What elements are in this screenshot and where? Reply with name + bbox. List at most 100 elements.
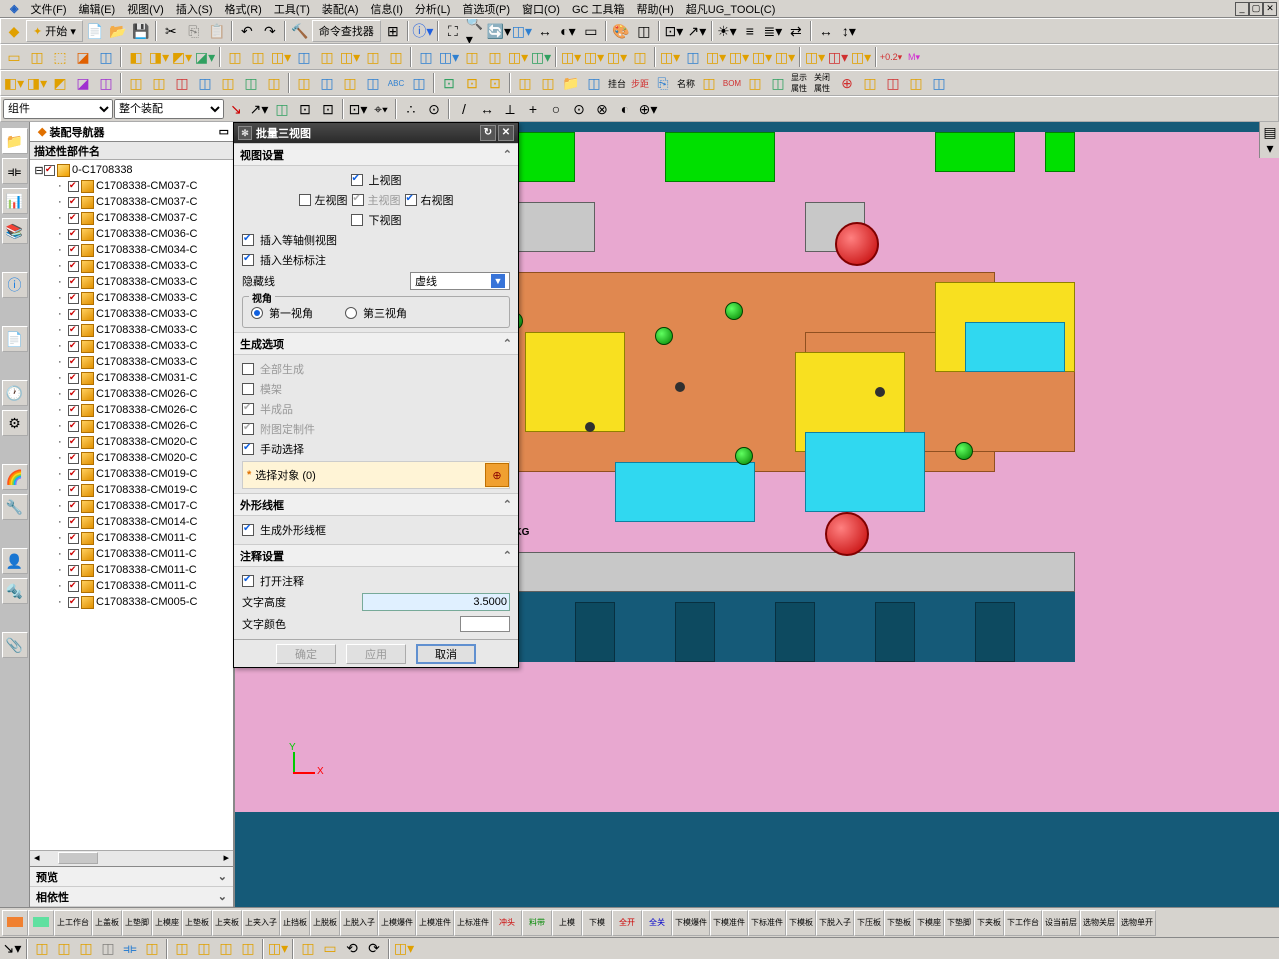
tbA-14[interactable]: ◫ (316, 46, 338, 68)
tree-item[interactable]: ·C1708338-CM033-C (30, 338, 233, 354)
copy-icon[interactable]: ⎘ (183, 20, 205, 42)
open-icon[interactable]: 📂 (107, 20, 129, 42)
bb2-10[interactable]: ◫ (216, 940, 236, 958)
tree-item[interactable]: ·C1708338-CM011-C (30, 530, 233, 546)
tbB-19[interactable]: ⊡ (438, 72, 460, 94)
tbA-18[interactable]: ◫ (415, 46, 437, 68)
chk-iso[interactable] (242, 234, 254, 246)
tbB-9[interactable]: ◫ (194, 72, 216, 94)
tbB-7[interactable]: ◫ (148, 72, 170, 94)
rb-clip-icon[interactable]: 📎 (2, 632, 28, 658)
bb-8[interactable]: 上脱板 (310, 910, 340, 936)
bb2-4[interactable]: ◫ (76, 940, 96, 958)
tbB-2[interactable]: ◨▾ (26, 72, 48, 94)
dialog-close-icon[interactable]: ✕ (498, 125, 514, 141)
hidden-line-dropdown[interactable]: 虚线▼ (410, 272, 510, 290)
tbB-18[interactable]: ◫ (408, 72, 430, 94)
tbC-9[interactable]: ⊙ (423, 98, 445, 120)
select-object-field[interactable]: *选择对象 (0) ⊕ (242, 461, 510, 489)
menu-ugtool[interactable]: 超凡UG_TOOL(C) (680, 0, 782, 19)
bb-icon-1[interactable] (2, 910, 28, 936)
tbB-27[interactable]: 步距 (629, 72, 651, 94)
rb-color-icon[interactable]: 🌈 (2, 464, 28, 490)
tbA-30[interactable]: ◫▾ (705, 46, 727, 68)
bb-17[interactable]: 全开 (612, 910, 642, 936)
menu-gc[interactable]: GC 工具箱 (566, 0, 631, 19)
bb-5[interactable]: 上夹板 (212, 910, 242, 936)
pin-icon[interactable]: ▭ (219, 125, 233, 138)
window-close[interactable]: ✕ (1263, 2, 1277, 16)
bb-25[interactable]: 下垫板 (884, 910, 914, 936)
tbA-12[interactable]: ◫▾ (270, 46, 292, 68)
tree-item[interactable]: ·C1708338-CM037-C (30, 194, 233, 210)
menu-info[interactable]: 信息(I) (365, 0, 409, 19)
tbA-6[interactable]: ◧ (125, 46, 147, 68)
tbB-6[interactable]: ◫ (125, 72, 147, 94)
tree-item[interactable]: ·C1708338-CM019-C (30, 482, 233, 498)
bb2-12[interactable]: ◫▾ (268, 940, 288, 958)
colorcube-icon[interactable]: 🎨 (610, 20, 632, 42)
menu-file[interactable]: 文件(F) (24, 0, 72, 19)
chk-top-view[interactable] (351, 174, 363, 186)
tbA-22[interactable]: ◫▾ (507, 46, 529, 68)
vp-tool-2[interactable]: ▾ (1262, 140, 1278, 156)
bb-9[interactable]: 上脱入子 (340, 910, 378, 936)
tbA-34[interactable]: ◫▾ (804, 46, 826, 68)
chk-coord[interactable] (242, 254, 254, 266)
bb-4[interactable]: 上垫板 (182, 910, 212, 936)
rb-tool-icon[interactable]: 🔧 (2, 494, 28, 520)
tree-item[interactable]: ·C1708338-CM017-C (30, 498, 233, 514)
menu-assembly[interactable]: 装配(A) (316, 0, 365, 19)
tbA-35[interactable]: ◫▾ (827, 46, 849, 68)
tbC-5[interactable]: ⊡ (317, 98, 339, 120)
bb2-3[interactable]: ◫ (54, 940, 74, 958)
tbC-4[interactable]: ⊡ (294, 98, 316, 120)
tbA-27[interactable]: ◫ (629, 46, 651, 68)
tbA-5[interactable]: ◫ (95, 46, 117, 68)
axis-icon[interactable]: ↗▾ (686, 20, 708, 42)
tbA-26[interactable]: ◫▾ (606, 46, 628, 68)
tbB-15[interactable]: ◫ (339, 72, 361, 94)
bb-27[interactable]: 下垫脚 (944, 910, 974, 936)
menu-format[interactable]: 格式(R) (219, 0, 268, 19)
gear-icon[interactable]: ✻ (238, 126, 252, 140)
hammer-icon[interactable]: 🔨 (289, 20, 311, 42)
tbC-12[interactable]: ⟂ (499, 98, 521, 120)
sun-icon[interactable]: ☀▾ (716, 20, 738, 42)
tbB-14[interactable]: ◫ (316, 72, 338, 94)
tbC-7[interactable]: ⌖▾ (370, 98, 392, 120)
command-finder[interactable]: 命令查找器 (312, 20, 381, 42)
tree-item[interactable]: ·C1708338-CM011-C (30, 562, 233, 578)
bb-26[interactable]: 下模座 (914, 910, 944, 936)
bb2-2[interactable]: ◫ (32, 940, 52, 958)
tbC-15[interactable]: ⊙ (568, 98, 590, 120)
bb2-7[interactable]: ◫ (142, 940, 162, 958)
cube2-icon[interactable]: ◫ (633, 20, 655, 42)
tree-item[interactable]: ·C1708338-CM037-C (30, 178, 233, 194)
tbB-25[interactable]: ◫ (583, 72, 605, 94)
bb-icon-2[interactable] (28, 910, 54, 936)
menu-prefs[interactable]: 首选项(P) (456, 0, 516, 19)
menu-insert[interactable]: 插入(S) (170, 0, 219, 19)
tree-item[interactable]: ·C1708338-CM026-C (30, 386, 233, 402)
bb2-8[interactable]: ◫ (172, 940, 192, 958)
tree-item[interactable]: ·C1708338-CM034-C (30, 242, 233, 258)
nav-depend-section[interactable]: 相依性⌄ (30, 887, 233, 907)
sec-outline[interactable]: 外形线框⌃ (234, 494, 518, 516)
text-color-swatch[interactable] (460, 616, 510, 632)
menu-edit[interactable]: 编辑(E) (73, 0, 122, 19)
tbB-17[interactable]: ABC (385, 72, 407, 94)
tbA-28[interactable]: ◫▾ (659, 46, 681, 68)
tree-item[interactable]: ·C1708338-CM037-C (30, 210, 233, 226)
bb-19[interactable]: 下模爆件 (672, 910, 710, 936)
tbC-16[interactable]: ⊗ (591, 98, 613, 120)
tbB-10[interactable]: ◫ (217, 72, 239, 94)
radio-first-angle[interactable] (251, 307, 263, 319)
tree-item[interactable]: ·C1708338-CM033-C (30, 290, 233, 306)
bb-30[interactable]: 设当前层 (1042, 910, 1080, 936)
bb-28[interactable]: 下夹板 (974, 910, 1004, 936)
measure2-icon[interactable]: ↕▾ (838, 20, 860, 42)
tbC-1[interactable]: ↘ (225, 98, 247, 120)
arrows-icon[interactable]: ⇄ (785, 20, 807, 42)
tbB-29[interactable]: 名称 (675, 72, 697, 94)
